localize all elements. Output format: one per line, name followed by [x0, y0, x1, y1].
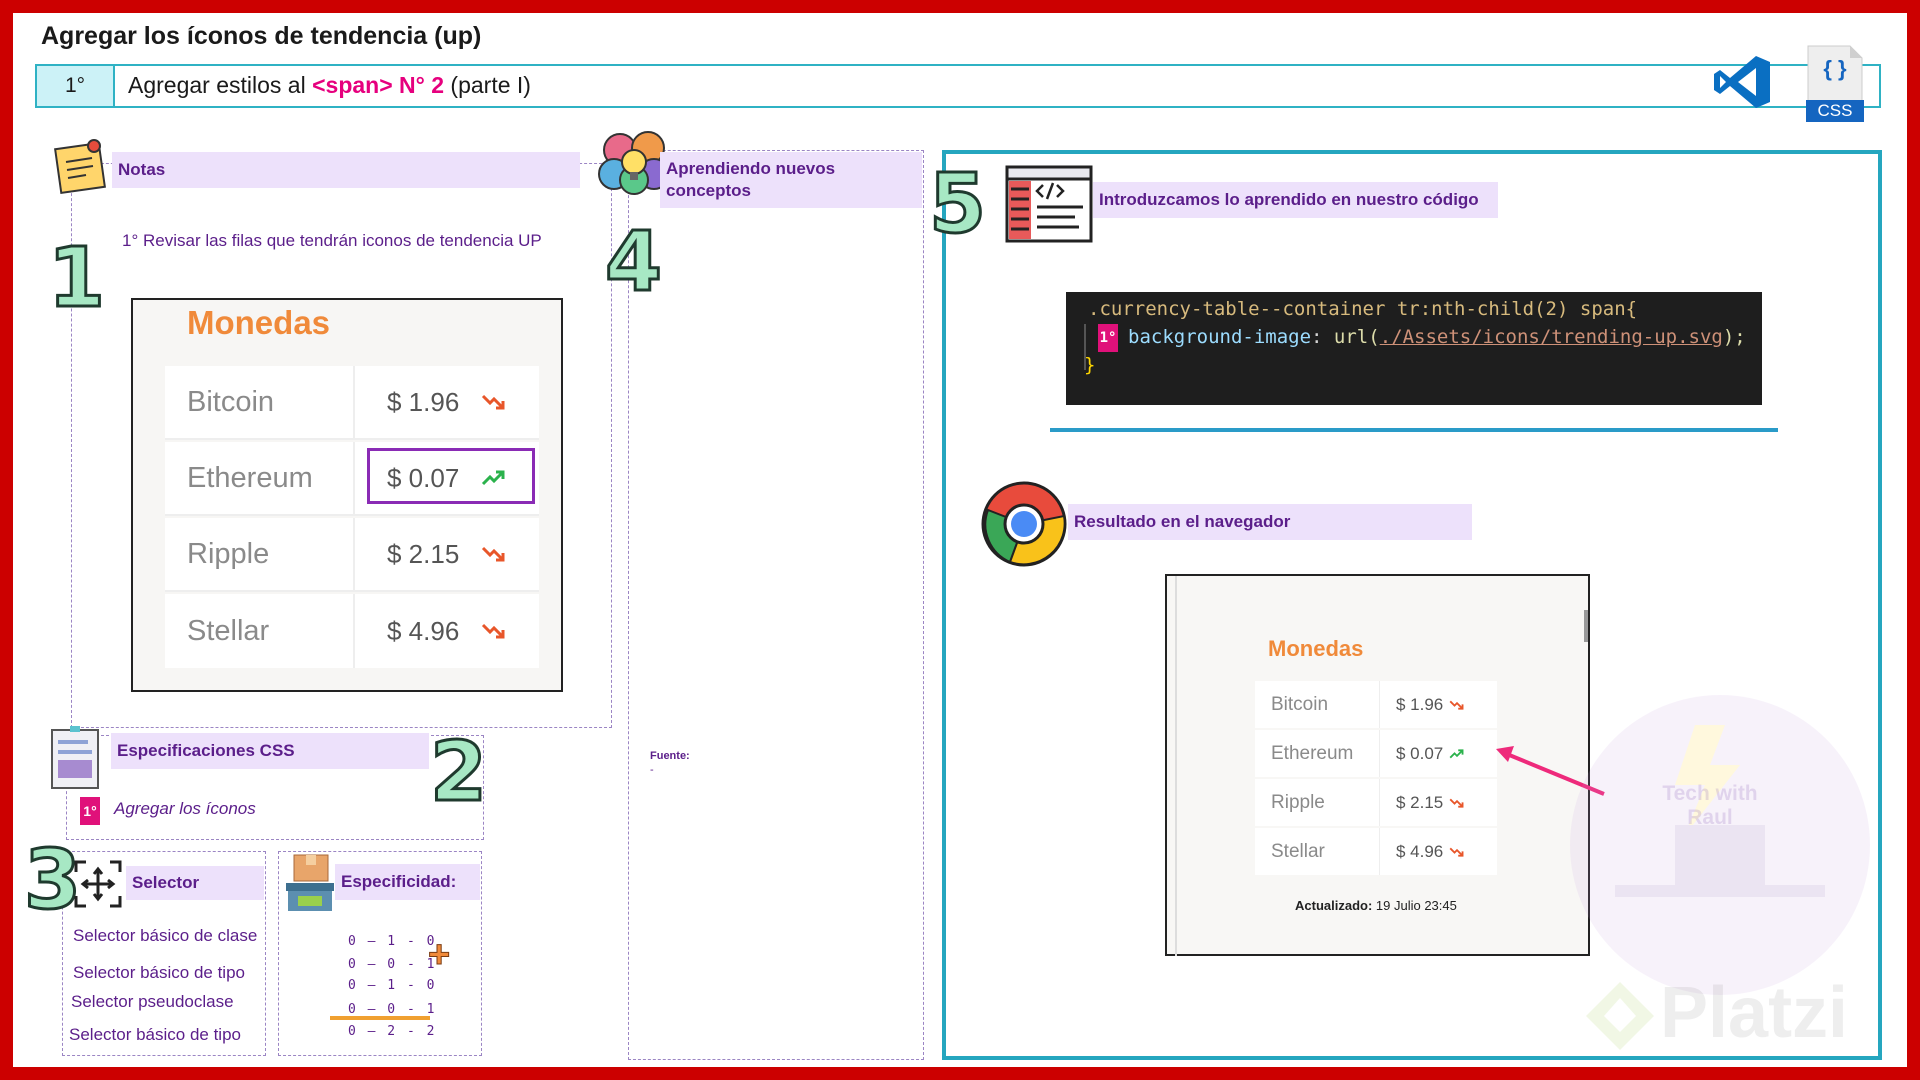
trending-down-icon [1449, 847, 1464, 857]
sticky-note-icon [54, 139, 106, 194]
css-file-icon: { } CSS [1806, 44, 1864, 122]
table-row: Ethereum $ 0.07 [165, 442, 539, 516]
code-line-2: background-image: url(./Assets/icons/tre… [1128, 326, 1746, 348]
coin-price: $ 2.15 [1396, 792, 1444, 812]
table-row: Ripple $ 2.15 [165, 518, 539, 592]
concepts-header: Aprendiendo nuevos conceptos [660, 152, 922, 208]
browser-edge [1175, 576, 1177, 956]
browser-header: Resultado en el navegador [1068, 504, 1472, 540]
step-number-1: 1 [46, 231, 106, 326]
selector-item: Selector básico de tipo [73, 963, 245, 982]
updated-label: Actualizado: [1295, 898, 1373, 913]
step-number-5: 5 [927, 157, 987, 252]
step-number-4: 4 [603, 215, 663, 310]
code-block: .currency-table--container tr:nth-child(… [1066, 292, 1762, 405]
step-number-3: 3 [22, 833, 82, 928]
coin-price: $ 1.96 [1396, 694, 1444, 714]
selector-header: Selector [126, 866, 264, 900]
specificity-line: 0 – 0 - 1 [348, 1002, 437, 1017]
step-text-after: (parte I) [444, 72, 531, 98]
table-row: Ethereum $ 0.07 [1255, 730, 1497, 777]
code-line-end: ); [1722, 326, 1746, 348]
notes-header: Notas [112, 152, 580, 188]
specs-header: Especificaciones CSS [111, 733, 429, 769]
step-number: 1° [35, 64, 115, 108]
table-row: Stellar $ 4.96 [1255, 828, 1497, 875]
coin-name: Ethereum [1255, 730, 1380, 777]
document-icon [51, 726, 99, 789]
coin-price: $ 2.15 [387, 538, 460, 569]
coin-price: $ 0.07 [1396, 743, 1444, 763]
trending-down-icon [1449, 700, 1464, 710]
coin-name: Ripple [1255, 779, 1380, 826]
source-value: - [650, 764, 654, 776]
vscode-icon [1714, 56, 1770, 108]
code-line-1: .currency-table--container tr:nth-child(… [1088, 298, 1638, 320]
specificity-line: 0 – 1 - 0 [348, 934, 437, 949]
step-text-before: Agregar estilos al [128, 72, 313, 98]
table-row: Bitcoin $ 1.96 [165, 366, 539, 440]
coin-price: $ 4.96 [387, 615, 460, 646]
coin-price: $ 4.96 [1396, 841, 1444, 861]
specificity-header: Especificidad: [335, 864, 480, 900]
coin-name: Ethereum [165, 442, 355, 514]
updated-value: 19 Julio 23:45 [1372, 898, 1457, 913]
watermark-logo-text: Tech with Raul [1662, 782, 1758, 829]
code-property: background-image [1128, 326, 1312, 348]
selector-item: Selector básico de clase [73, 926, 258, 945]
source-label: Fuente: [650, 750, 690, 762]
code-header: Introduzcamos lo aprendido en nuestro có… [1093, 182, 1498, 218]
css-braces-text: { } [1823, 56, 1847, 81]
table-row: Bitcoin $ 1.96 [1255, 681, 1497, 728]
section-divider [1050, 428, 1778, 432]
updated-timestamp: Actualizado: 19 Julio 23:45 [1295, 898, 1457, 913]
coin-name: Bitcoin [165, 366, 355, 438]
coin-name: Bitcoin [1255, 681, 1380, 728]
trending-down-icon [482, 394, 505, 410]
selector-item: Selector pseudoclase [71, 992, 234, 1011]
table-row: Ripple $ 2.15 [1255, 779, 1497, 826]
browser-currency-table: Bitcoin $ 1.96 Ethereum $ 0.07 Ripple $ … [1255, 681, 1497, 875]
concepts-panel [628, 150, 924, 1060]
step-badge: 1° [80, 797, 100, 825]
chrome-icon [981, 481, 1067, 567]
coin-name: Ripple [165, 518, 355, 590]
plus-icon: + [427, 934, 451, 977]
platzi-watermark: Platzi [1660, 973, 1849, 1053]
currency-table-card: Monedas Bitcoin $ 1.96 Ethereum $ 0.07 R… [131, 298, 563, 692]
scale-box-icon [286, 854, 334, 911]
coin-price: $ 1.96 [387, 386, 460, 417]
coin-name: Stellar [165, 594, 355, 668]
trending-up-icon [1449, 748, 1464, 758]
code-step-badge: 1° [1098, 324, 1118, 352]
browser-scrollbar[interactable] [1584, 610, 1588, 642]
move-select-icon [74, 860, 122, 908]
coin-name: Stellar [1255, 828, 1380, 875]
css-label: CSS [1817, 101, 1853, 120]
currency-table-title: Monedas [187, 304, 331, 341]
trending-down-icon [482, 546, 505, 562]
code-function: url( [1333, 326, 1380, 348]
code-line-3: } [1084, 354, 1096, 376]
trending-down-icon [1449, 798, 1464, 808]
specificity-total: 0 – 2 - 2 [348, 1024, 437, 1039]
step-text-highlight: <span> N° 2 [312, 72, 445, 98]
step-number-2: 2 [428, 725, 488, 820]
highlight-box [367, 448, 535, 504]
currency-table: Bitcoin $ 1.96 Ethereum $ 0.07 Ripple $ … [165, 366, 539, 668]
table-row: Stellar $ 4.96 [165, 594, 539, 668]
browser-table-title: Monedas [1268, 636, 1364, 661]
specs-text: Agregar los íconos [114, 799, 256, 818]
specificity-sum-line [330, 1016, 430, 1020]
specificity-line: 0 – 1 - 0 [348, 978, 437, 993]
code-window-icon [1005, 165, 1093, 243]
selector-item: Selector básico de tipo [69, 1025, 241, 1044]
specificity-line: 0 – 0 - 1 [348, 957, 437, 972]
page-title: Agregar los íconos de tendencia (up) [41, 22, 482, 50]
notes-text: 1° Revisar las filas que tendrán iconos … [122, 231, 542, 250]
trending-down-icon [482, 623, 505, 639]
step-text: Agregar estilos al <span> N° 2 (parte I) [128, 72, 531, 99]
platzi-logo-icon [1586, 982, 1654, 1050]
code-url-link[interactable]: ./Assets/icons/trending-up.svg [1380, 326, 1723, 348]
